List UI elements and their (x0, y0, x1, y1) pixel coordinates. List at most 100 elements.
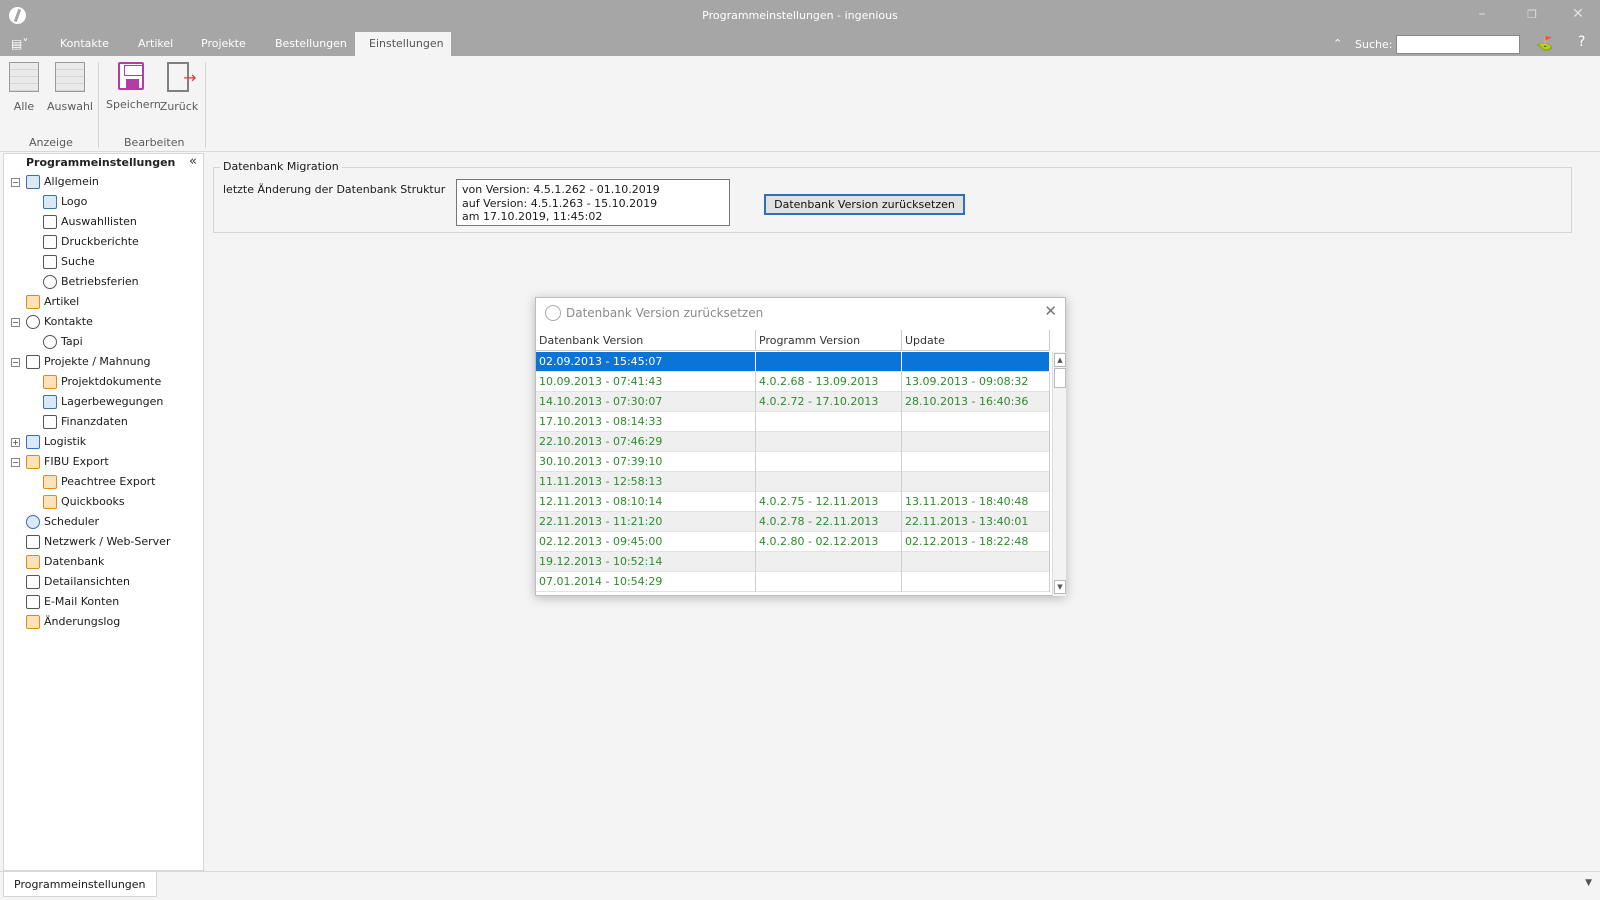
table-row[interactable]: 10.09.2013 - 07:41:43 4.0.2.68 - 13.09.20… (536, 372, 1050, 392)
truck-icon (26, 435, 40, 449)
binoculars-icon[interactable]: ⛳ (1536, 36, 1553, 52)
tree-item-email-konten[interactable]: E-Mail Konten (11, 593, 119, 611)
tree-item-aenderungslog[interactable]: Änderungslog (11, 613, 120, 631)
save-button[interactable]: Speichern (106, 62, 161, 111)
tab-einstellungen[interactable]: Einstellungen (355, 32, 451, 56)
minimize-icon[interactable]: – (1472, 6, 1492, 22)
column-header-update[interactable]: Update (902, 330, 1050, 351)
search-input[interactable] (1396, 35, 1520, 54)
tab-projekte[interactable]: Projekte (187, 32, 260, 56)
tree-item-artikel[interactable]: Artikel (11, 293, 79, 311)
tree-item-kontakte[interactable]: − Kontakte (11, 313, 93, 331)
tree-item-detailansichten[interactable]: Detailansichten (11, 573, 130, 591)
column-header-db-version[interactable]: Datenbank Version (536, 330, 756, 351)
reset-db-version-button[interactable]: Datenbank Version zurücksetzen (764, 194, 965, 215)
cell-program-version: 4.0.2.68 - 13.09.2013 (756, 372, 902, 392)
scroll-up-icon[interactable]: ▲ (1054, 353, 1066, 367)
tree-item-label: Datenbank (44, 555, 105, 568)
tree-item-fibu-export[interactable]: − FIBU Export (11, 453, 109, 471)
email-icon (26, 595, 40, 609)
scroll-thumb[interactable] (1054, 368, 1066, 388)
dialog-title: Datenbank Version zurücksetzen (566, 306, 764, 320)
table-row[interactable]: 12.11.2013 - 08:10:14 4.0.2.75 - 12.11.20… (536, 492, 1050, 512)
printer-icon (43, 235, 57, 249)
cell-db-version: 02.09.2013 - 15:45:07 (536, 352, 756, 372)
tree-item-logo[interactable]: Logo (43, 193, 87, 211)
table-row[interactable]: 02.12.2013 - 09:45:00 4.0.2.80 - 02.12.20… (536, 532, 1050, 552)
table-row[interactable]: 22.11.2013 - 11:21:20 4.0.2.78 - 22.11.20… (536, 512, 1050, 532)
all-button[interactable]: Alle (0, 62, 48, 113)
tree-item-projekte-mahnung[interactable]: − Projekte / Mahnung (11, 353, 151, 371)
collapse-node-icon[interactable]: − (11, 177, 20, 187)
ribbon: Alle Auswahl Speichern Zurück Anzeige Be… (0, 56, 1600, 152)
tree-item-allgemein[interactable]: − Allgemein (11, 173, 99, 191)
title-bar: Programmeinstellungen - ingenious – ❐ ✕ … (0, 0, 1600, 56)
tree-item-label: Netzwerk / Web-Server (44, 535, 171, 548)
tab-kontakte[interactable]: Kontakte (46, 32, 123, 56)
dialog-close-icon[interactable]: ✕ (1044, 302, 1057, 320)
reset-version-dialog: Datenbank Version zurücksetzen ✕ Datenba… (535, 297, 1066, 596)
tree-item-druckberichte[interactable]: Druckberichte (43, 233, 139, 251)
table-row[interactable]: 17.10.2013 - 08:14:33 (536, 412, 1050, 432)
changelog-icon (26, 615, 40, 629)
expand-node-icon[interactable]: + (11, 437, 20, 447)
collapse-panel-icon[interactable]: « (189, 154, 197, 169)
tree-item-betriebsferien[interactable]: Betriebsferien (43, 273, 139, 291)
table-row[interactable]: 02.09.2013 - 15:45:07 (536, 352, 1050, 372)
tree-item-logistik[interactable]: + Logistik (11, 433, 86, 451)
app-menu-icon[interactable]: ▤˅ (11, 37, 33, 51)
collapse-node-icon[interactable]: − (11, 317, 20, 327)
restore-icon[interactable]: ❐ (1522, 8, 1542, 21)
tree-item-finanzdaten[interactable]: Finanzdaten (43, 413, 128, 431)
document-list-icon (43, 375, 57, 389)
collapse-node-icon[interactable]: − (11, 357, 20, 367)
table-row[interactable]: 14.10.2013 - 07:30:07 4.0.2.72 - 17.10.20… (536, 392, 1050, 412)
chevron-down-icon[interactable]: ▼ (1585, 878, 1592, 888)
collapse-ribbon-icon[interactable]: ⌃ (1333, 37, 1342, 50)
collapse-node-icon[interactable]: − (11, 457, 20, 467)
scroll-down-icon[interactable]: ▼ (1054, 580, 1066, 594)
cell-program-version (756, 572, 902, 592)
tree-item-label: Logistik (44, 435, 87, 448)
table-row[interactable]: 11.11.2013 - 12:58:13 (536, 472, 1050, 492)
tree-item-label: Quickbooks (61, 495, 125, 508)
tree-item-tapi[interactable]: Tapi (43, 333, 83, 351)
tree-item-scheduler[interactable]: Scheduler (11, 513, 99, 531)
cell-update (902, 552, 1050, 572)
help-icon[interactable]: ? (1578, 34, 1585, 50)
tab-bestellungen[interactable]: Bestellungen (261, 32, 361, 56)
tree-item-peachtree-export[interactable]: Peachtree Export (43, 473, 155, 491)
tree-item-datenbank[interactable]: Datenbank (11, 553, 104, 571)
cell-program-version: 4.0.2.78 - 22.11.2013 (756, 512, 902, 532)
table-row[interactable]: 22.10.2013 - 07:46:29 (536, 432, 1050, 452)
table-scrollbar[interactable]: ▲ ▼ (1052, 352, 1066, 596)
tree-item-label: Detailansichten (44, 575, 130, 588)
tree-item-label: Finanzdaten (61, 415, 128, 428)
cell-db-version: 12.11.2013 - 08:10:14 (536, 492, 756, 512)
settings-tree-panel: Programmeinstellungen « − Allgemein Logo … (3, 153, 204, 871)
table-row[interactable]: 19.12.2013 - 10:52:14 (536, 552, 1050, 572)
cell-program-version (756, 472, 902, 492)
list-icon (43, 215, 57, 229)
selection-button[interactable]: Auswahl (46, 62, 94, 113)
cell-update: 22.11.2013 - 13:40:01 (902, 512, 1050, 532)
tree-item-projektdokumente[interactable]: Projektdokumente (43, 373, 161, 391)
tree-item-netzwerk[interactable]: Netzwerk / Web-Server (11, 533, 170, 551)
cell-update (902, 412, 1050, 432)
tab-artikel[interactable]: Artikel (124, 32, 187, 56)
table-header: Datenbank Version Programm Version Updat… (536, 330, 1050, 351)
bottom-tab-programmeinstellungen[interactable]: Programmeinstellungen (3, 872, 157, 897)
tree-item-lagerbewegungen[interactable]: Lagerbewegungen (43, 393, 163, 411)
table-row[interactable]: 07.01.2014 - 10:54:29 (536, 572, 1050, 592)
cell-program-version (756, 552, 902, 572)
column-header-program-version[interactable]: Programm Version (756, 330, 902, 351)
tree-item-label: Suche (61, 255, 95, 268)
table-row[interactable]: 30.10.2013 - 07:39:10 (536, 452, 1050, 472)
tree-item-suche[interactable]: Suche (43, 253, 95, 271)
changed-at: am 17.10.2019, 11:45:02 (462, 210, 603, 223)
close-icon[interactable]: ✕ (1568, 6, 1588, 22)
cell-program-version (756, 452, 902, 472)
tree-item-auswahllisten[interactable]: Auswahllisten (43, 213, 137, 231)
tree-item-quickbooks[interactable]: Quickbooks (43, 493, 125, 511)
back-button[interactable]: Zurück (155, 62, 203, 113)
